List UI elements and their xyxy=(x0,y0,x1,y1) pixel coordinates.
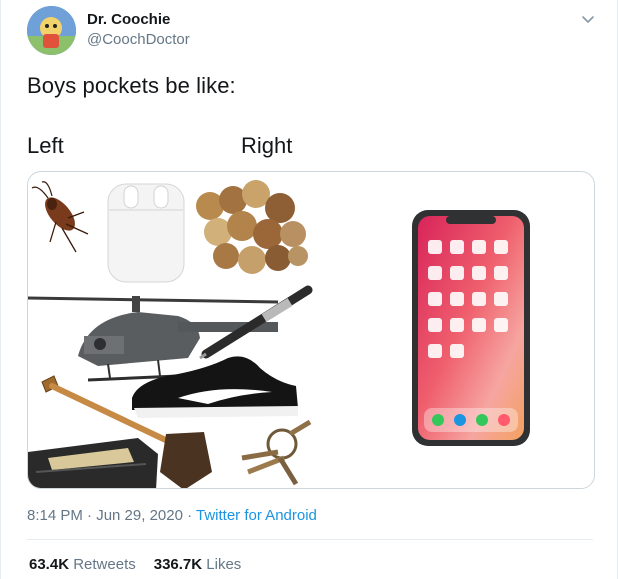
author-handle[interactable]: @CoochDoctor xyxy=(87,31,190,48)
avatar[interactable] xyxy=(27,6,76,55)
tweet-media-image[interactable] xyxy=(27,171,595,489)
likes-stat[interactable]: 336.7K Likes xyxy=(154,556,242,573)
cockroach-icon xyxy=(31,181,89,253)
avatar-image xyxy=(27,6,76,55)
likes-label: Likes xyxy=(206,556,242,573)
airpods-icon xyxy=(107,183,185,283)
sneaker-icon xyxy=(132,356,298,418)
coins-icon xyxy=(196,180,308,274)
meta-separator: · xyxy=(182,507,196,524)
label-left: Left xyxy=(27,133,64,158)
source-app-link[interactable]: Twitter for Android xyxy=(196,507,317,524)
label-right: Right xyxy=(241,133,293,158)
likes-count: 336.7K xyxy=(153,556,203,573)
tweet-meta: 8:14 PM · Jun 29, 2020 · Twitter for And… xyxy=(27,507,317,524)
retweets-stat[interactable]: 63.4K Retweets xyxy=(29,556,136,573)
tweet-card: Dr. Coochie @CoochDoctor Boys pockets be… xyxy=(0,0,618,579)
tweet-stats: 63.4K Retweets 336.7K Likes xyxy=(29,556,241,573)
retweets-label: Retweets xyxy=(73,556,136,573)
tweet-text: Boys pockets be like: xyxy=(27,73,236,98)
timestamp[interactable]: 8:14 PM · Jun 29, 2020 xyxy=(27,507,183,524)
chevron-down-icon[interactable] xyxy=(577,8,599,30)
author-name[interactable]: Dr. Coochie xyxy=(87,11,170,28)
divider xyxy=(27,539,593,540)
keys-icon xyxy=(241,419,312,486)
retweets-count: 63.4K xyxy=(29,556,70,573)
wallet-icon xyxy=(28,438,158,488)
smartphone-icon xyxy=(412,210,530,446)
